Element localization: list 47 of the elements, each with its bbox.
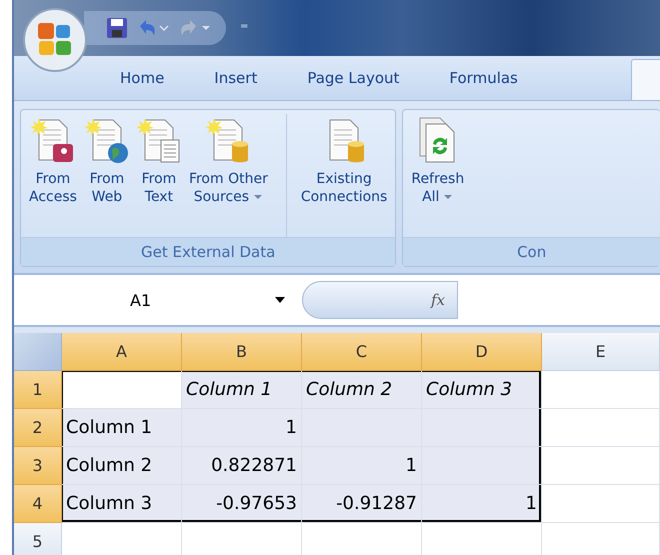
name-box[interactable]: A1 <box>14 290 302 310</box>
ribbon-tab[interactable]: Insert <box>214 63 258 93</box>
ribbon-tab[interactable]: Home <box>120 63 164 93</box>
select-all-button[interactable] <box>14 333 62 371</box>
ribbon-button[interactable]: Refresh All <box>407 114 468 237</box>
caret-icon <box>443 193 454 201</box>
column-header[interactable]: D <box>422 333 542 371</box>
insert-function-button[interactable]: fx <box>302 281 458 319</box>
ribbon-button[interactable]: From Access <box>25 114 81 237</box>
table-cell: -0.91287 <box>302 485 422 523</box>
table-cell: 0.822871 <box>182 447 302 485</box>
column-header[interactable]: B <box>182 333 302 371</box>
column-header[interactable]: E <box>542 333 660 371</box>
row-header[interactable]: 1 <box>14 371 62 409</box>
database-document-icon <box>206 116 250 164</box>
table-cell: Column 2 <box>62 447 182 485</box>
ribbon-tab[interactable]: Page Layout <box>307 63 400 93</box>
group-label: Get External Data <box>21 237 396 266</box>
caret-icon <box>253 193 264 201</box>
table-cell: Column 3 <box>62 485 182 523</box>
table-cell: Column 2 <box>302 371 422 409</box>
ribbon-tab[interactable]: Formulas <box>449 63 518 93</box>
column-header[interactable]: C <box>302 333 422 371</box>
caret-icon <box>274 296 286 304</box>
table-cell: 1 <box>302 447 422 485</box>
row-header[interactable]: 2 <box>14 409 62 447</box>
ribbon-button[interactable]: From Other Sources <box>184 114 272 237</box>
customize-dropdown-icon[interactable]: ⁼ <box>240 18 248 38</box>
table-cell: -0.97653 <box>182 485 302 523</box>
ribbon-button[interactable]: From Web <box>80 114 133 237</box>
database-key-icon <box>30 116 75 164</box>
row-header[interactable]: 5 <box>14 523 62 555</box>
table-cell: 1 <box>422 485 542 523</box>
table-cell: Column 3 <box>422 371 542 409</box>
text-document-icon <box>136 116 181 164</box>
row-header[interactable]: 3 <box>14 447 62 485</box>
ribbon-tab[interactable] <box>631 59 660 100</box>
row-header[interactable]: 4 <box>14 485 62 523</box>
group-label: Con <box>403 237 660 266</box>
ribbon-button[interactable]: Existing Connections <box>286 114 392 237</box>
table-cell: Column 1 <box>182 371 302 409</box>
table-cell: 1 <box>182 409 302 447</box>
column-header[interactable]: A <box>62 333 182 371</box>
globe-document-icon <box>84 116 129 164</box>
save-icon[interactable] <box>106 17 128 39</box>
table-cell: Column 1 <box>62 409 182 447</box>
ribbon-button[interactable]: From Text <box>132 114 185 237</box>
